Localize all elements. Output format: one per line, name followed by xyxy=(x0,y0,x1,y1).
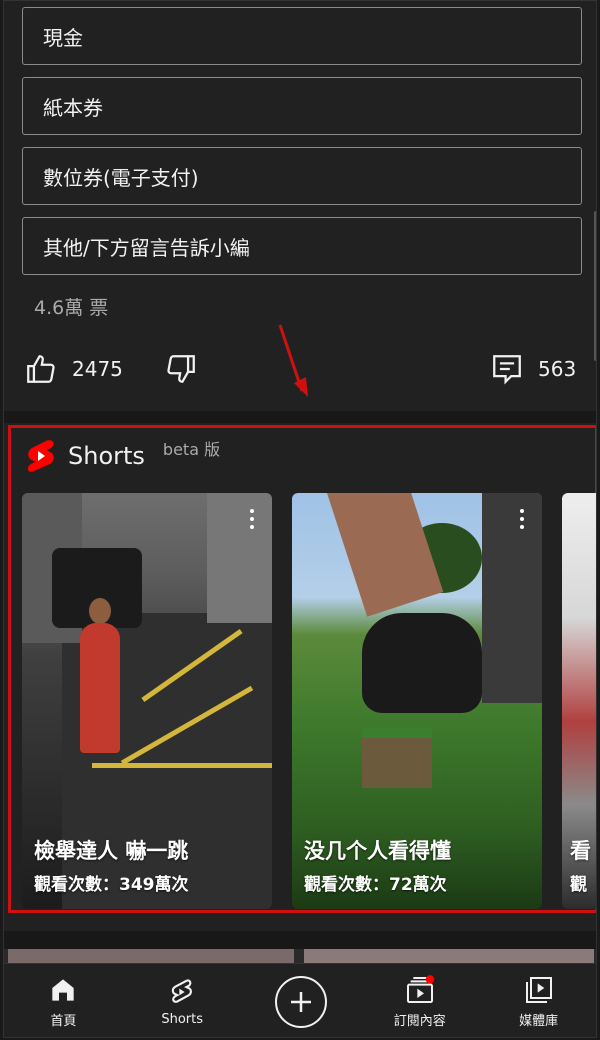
shorts-shelf: Shorts beta 版 檢舉達人 嚇一跳 觀看次數：349萬次 没几个人看得… xyxy=(4,423,596,931)
comment-icon xyxy=(493,355,521,385)
more-options-icon[interactable] xyxy=(242,507,262,531)
scene-person-head xyxy=(89,598,111,624)
shorts-icon xyxy=(171,979,193,1003)
scene-line xyxy=(92,763,272,768)
nav-label: 首頁 xyxy=(50,1014,77,1029)
short-views: 觀 xyxy=(570,875,587,895)
poll-option-digital-voucher[interactable]: 數位券(電子支付) xyxy=(22,147,582,205)
subscriptions-icon xyxy=(406,975,435,1003)
scene-glove xyxy=(362,613,482,713)
poll-option-label: 紙本券 xyxy=(43,95,103,120)
nav-subscriptions[interactable]: 訂閱內容 xyxy=(360,964,479,1037)
short-views: 觀看次數：72萬次 xyxy=(304,875,447,895)
section-divider xyxy=(4,931,596,949)
poll-option-label: 其他/下方留言告訴小編 xyxy=(43,235,250,260)
vote-count: 4.6萬 票 xyxy=(34,297,109,319)
short-views: 觀看次數：349萬次 xyxy=(34,875,189,895)
poll-option-paper-voucher[interactable]: 紙本券 xyxy=(22,77,582,135)
annotation-arrow-icon xyxy=(278,324,308,397)
next-content-preview xyxy=(4,949,596,963)
nav-library[interactable]: 媒體庫 xyxy=(479,964,596,1037)
short-title: 没几个人看得懂 xyxy=(304,839,451,863)
nav-label: 訂閱內容 xyxy=(393,1014,446,1029)
short-card[interactable]: 没几个人看得懂 觀看次數：72萬次 xyxy=(292,493,542,909)
bottom-nav: 首頁 Shorts 訂閱內容 媒體庫 xyxy=(4,963,596,1037)
nav-label: 媒體庫 xyxy=(519,1014,559,1029)
shorts-beta-label: beta 版 xyxy=(162,440,221,459)
more-options-icon[interactable] xyxy=(512,507,532,531)
like-button[interactable]: 2475 xyxy=(24,352,123,386)
nav-shorts[interactable]: Shorts xyxy=(123,964,242,1037)
short-title: 檢舉達人 嚇一跳 xyxy=(34,839,189,863)
scrollbar[interactable] xyxy=(594,211,596,361)
comment-count: 563 xyxy=(538,357,577,381)
poll-option-cash[interactable]: 現金 xyxy=(22,7,582,65)
scene-person xyxy=(80,623,120,753)
create-button[interactable] xyxy=(274,975,327,1028)
scene-turf-block xyxy=(362,728,432,788)
dislike-button[interactable] xyxy=(164,352,198,386)
app-frame: 現金 紙本券 數位券(電子支付) 其他/下方留言告訴小編 4.6萬 票 2475 xyxy=(3,0,597,1038)
nav-create[interactable] xyxy=(242,964,361,1037)
like-count: 2475 xyxy=(72,357,123,381)
short-title: 看 xyxy=(570,839,591,863)
shorts-header: Shorts beta 版 xyxy=(26,439,220,473)
home-icon xyxy=(52,979,75,1001)
library-icon xyxy=(525,977,552,1003)
comments-button[interactable]: 563 xyxy=(490,352,576,386)
nav-home[interactable]: 首頁 xyxy=(4,964,123,1037)
thumbs-down-icon xyxy=(167,355,195,383)
short-card-partial[interactable]: 看 觀 xyxy=(562,493,596,909)
poll-option-label: 現金 xyxy=(43,25,83,50)
thumbs-up-icon xyxy=(27,355,55,383)
section-divider xyxy=(4,411,596,423)
short-card[interactable]: 檢舉達人 嚇一跳 觀看次數：349萬次 xyxy=(22,493,272,909)
preview-thumbnail xyxy=(304,949,594,963)
nav-label: Shorts xyxy=(161,1012,204,1027)
preview-thumbnail xyxy=(8,949,294,963)
scene-building xyxy=(207,493,272,623)
plus-icon xyxy=(290,991,311,1012)
poll-option-label: 數位券(電子支付) xyxy=(43,165,199,190)
scene-arm xyxy=(327,493,444,617)
shorts-title: Shorts xyxy=(68,442,145,470)
shorts-logo-icon xyxy=(27,440,54,472)
poll-option-other[interactable]: 其他/下方留言告訴小編 xyxy=(22,217,582,275)
